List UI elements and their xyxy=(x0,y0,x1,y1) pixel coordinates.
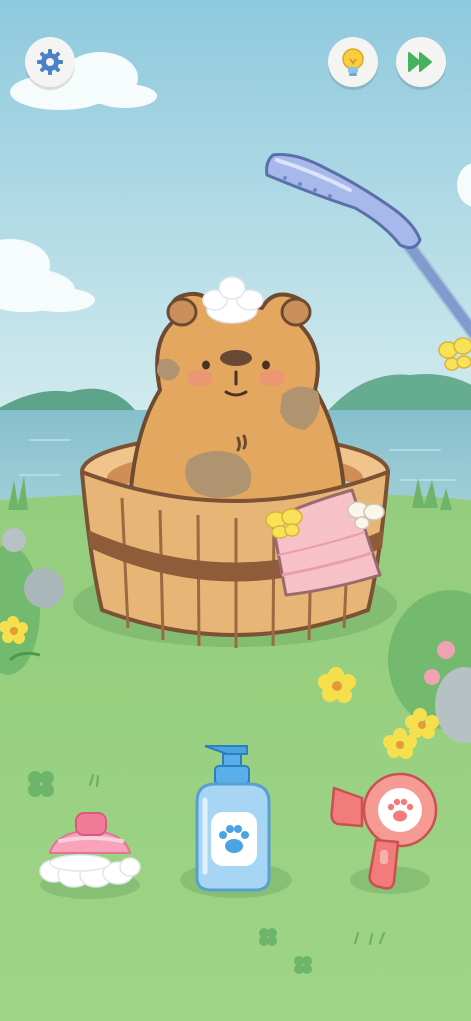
shower-head-icon xyxy=(265,153,471,340)
brush-tool[interactable] xyxy=(30,795,150,905)
skip-button[interactable] xyxy=(396,37,446,87)
gear-icon xyxy=(37,49,63,75)
hair-dryer-icon xyxy=(330,772,438,890)
settings-button[interactable] xyxy=(25,37,75,87)
shampoo-bottle-icon xyxy=(195,745,271,892)
fast-forward-icon xyxy=(408,52,432,72)
pink-brush-icon xyxy=(39,812,141,888)
game-scene xyxy=(0,0,471,1021)
shower-head-tool[interactable] xyxy=(255,140,471,340)
shampoo-bottle-tool[interactable] xyxy=(175,740,295,905)
lightbulb-icon xyxy=(342,48,364,76)
hair-dryer-tool[interactable] xyxy=(328,770,443,900)
hint-button[interactable] xyxy=(328,37,378,87)
